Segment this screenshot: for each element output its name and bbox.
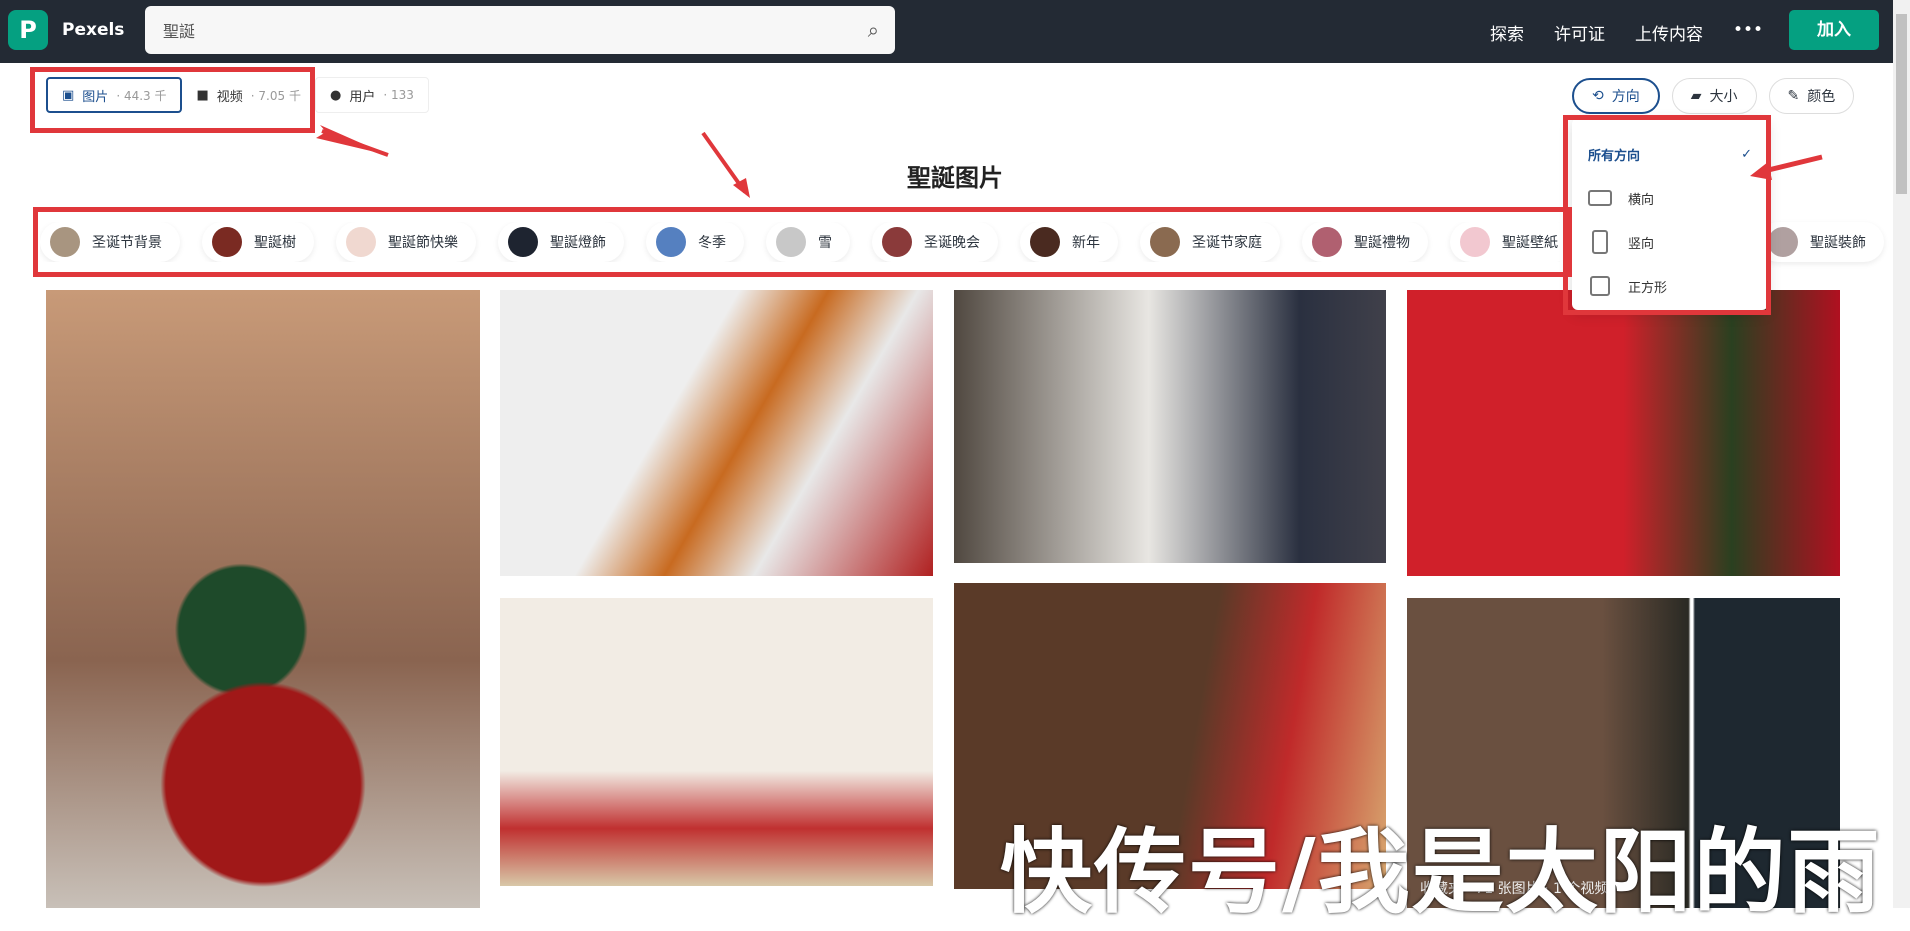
- watermark: 快传号/我是太阳的雨: [1000, 819, 1882, 926]
- arrow-annotation: [1750, 162, 1772, 180]
- annotation-arrows: [316, 125, 1823, 198]
- scrollbar-thumb[interactable]: [1896, 14, 1907, 194]
